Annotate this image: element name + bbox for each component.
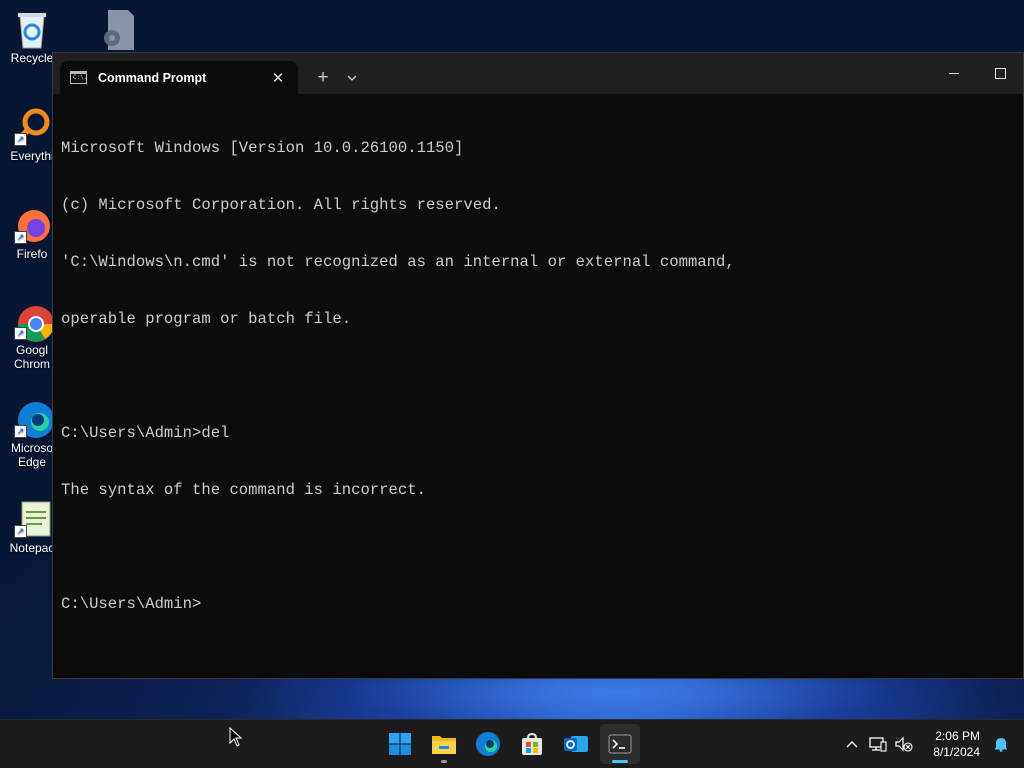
new-tab-button[interactable]: + xyxy=(308,61,338,94)
tab-command-prompt[interactable]: C:\. Command Prompt ✕ xyxy=(60,61,298,94)
notepad-icon: ↗ xyxy=(12,498,52,538)
outlook-icon xyxy=(564,736,588,752)
volume-muted-icon xyxy=(895,736,913,752)
outlook-button[interactable] xyxy=(556,724,596,764)
title-bar[interactable]: C:\. Command Prompt ✕ + xyxy=(53,53,1023,94)
console-line: 'C:\Windows\n.cmd' is not recognized as … xyxy=(61,253,735,271)
terminal-window[interactable]: C:\. Command Prompt ✕ + Microsoft Window… xyxy=(52,52,1024,679)
active-indicator xyxy=(612,760,628,763)
edge-icon xyxy=(476,732,500,756)
edge-button[interactable] xyxy=(468,724,508,764)
settings-file-icon xyxy=(98,8,138,50)
console-output[interactable]: Microsoft Windows [Version 10.0.26100.11… xyxy=(53,94,1023,659)
shortcut-arrow-icon: ↗ xyxy=(14,425,27,438)
tab-dropdown-button[interactable] xyxy=(338,61,366,94)
mouse-cursor-icon xyxy=(229,727,243,747)
console-prompt-line[interactable]: C:\Users\Admin> xyxy=(61,595,1015,614)
everything-search-icon: ↗ xyxy=(12,106,52,146)
clock-time: 2:06 PM xyxy=(935,729,980,743)
terminal-button[interactable] xyxy=(600,724,640,764)
maximize-icon xyxy=(994,68,1006,79)
terminal-icon xyxy=(608,734,632,754)
cmd-icon-text: C:\. xyxy=(73,74,88,81)
chevron-down-icon xyxy=(347,75,357,81)
start-button[interactable] xyxy=(380,724,420,764)
minimize-button[interactable] xyxy=(931,53,977,94)
file-explorer-button[interactable] xyxy=(424,724,464,764)
clock[interactable]: 2:06 PM 8/1/2024 xyxy=(933,728,980,760)
running-indicator xyxy=(441,760,447,763)
network-button[interactable] xyxy=(865,729,891,759)
network-icon xyxy=(869,737,887,752)
cmd-icon: C:\. xyxy=(70,71,87,84)
tab-title: Command Prompt xyxy=(98,70,207,85)
console-line: (c) Microsoft Corporation. All rights re… xyxy=(61,196,501,214)
recycle-bin-icon xyxy=(12,8,52,49)
console-line: The syntax of the command is incorrect. xyxy=(61,481,426,499)
bell-icon xyxy=(995,738,1007,752)
desktop-icon-settings-file[interactable] xyxy=(88,8,148,51)
firefox-icon: ↗ xyxy=(12,204,52,244)
console-line: Microsoft Windows [Version 10.0.26100.11… xyxy=(61,139,464,157)
maximize-button[interactable] xyxy=(977,53,1023,94)
shortcut-arrow-icon: ↗ xyxy=(14,231,27,244)
close-tab-icon[interactable]: ✕ xyxy=(266,69,290,87)
notifications-button[interactable] xyxy=(988,729,1014,759)
store-icon xyxy=(522,732,542,755)
minimize-icon xyxy=(949,73,959,74)
windows-logo-icon xyxy=(389,733,411,755)
console-line: C:\Users\Admin>del xyxy=(61,424,230,442)
store-button[interactable] xyxy=(512,724,552,764)
system-tray: 2:06 PM 8/1/2024 xyxy=(839,720,1024,768)
chrome-icon: ↗ xyxy=(12,300,54,342)
chevron-up-icon xyxy=(846,741,858,748)
show-hidden-icons-button[interactable] xyxy=(839,729,865,759)
shortcut-arrow-icon: ↗ xyxy=(14,133,27,146)
window-controls xyxy=(931,53,1023,94)
volume-button[interactable] xyxy=(891,729,917,759)
clock-date: 8/1/2024 xyxy=(933,745,980,759)
edge-icon: ↗ xyxy=(12,398,54,438)
console-line: operable program or batch file. xyxy=(61,310,352,328)
folder-icon xyxy=(432,736,456,754)
shortcut-arrow-icon: ↗ xyxy=(14,525,27,538)
shortcut-arrow-icon: ↗ xyxy=(14,327,27,340)
taskbar: 2:06 PM 8/1/2024 xyxy=(0,719,1024,768)
taskbar-apps xyxy=(380,724,644,764)
